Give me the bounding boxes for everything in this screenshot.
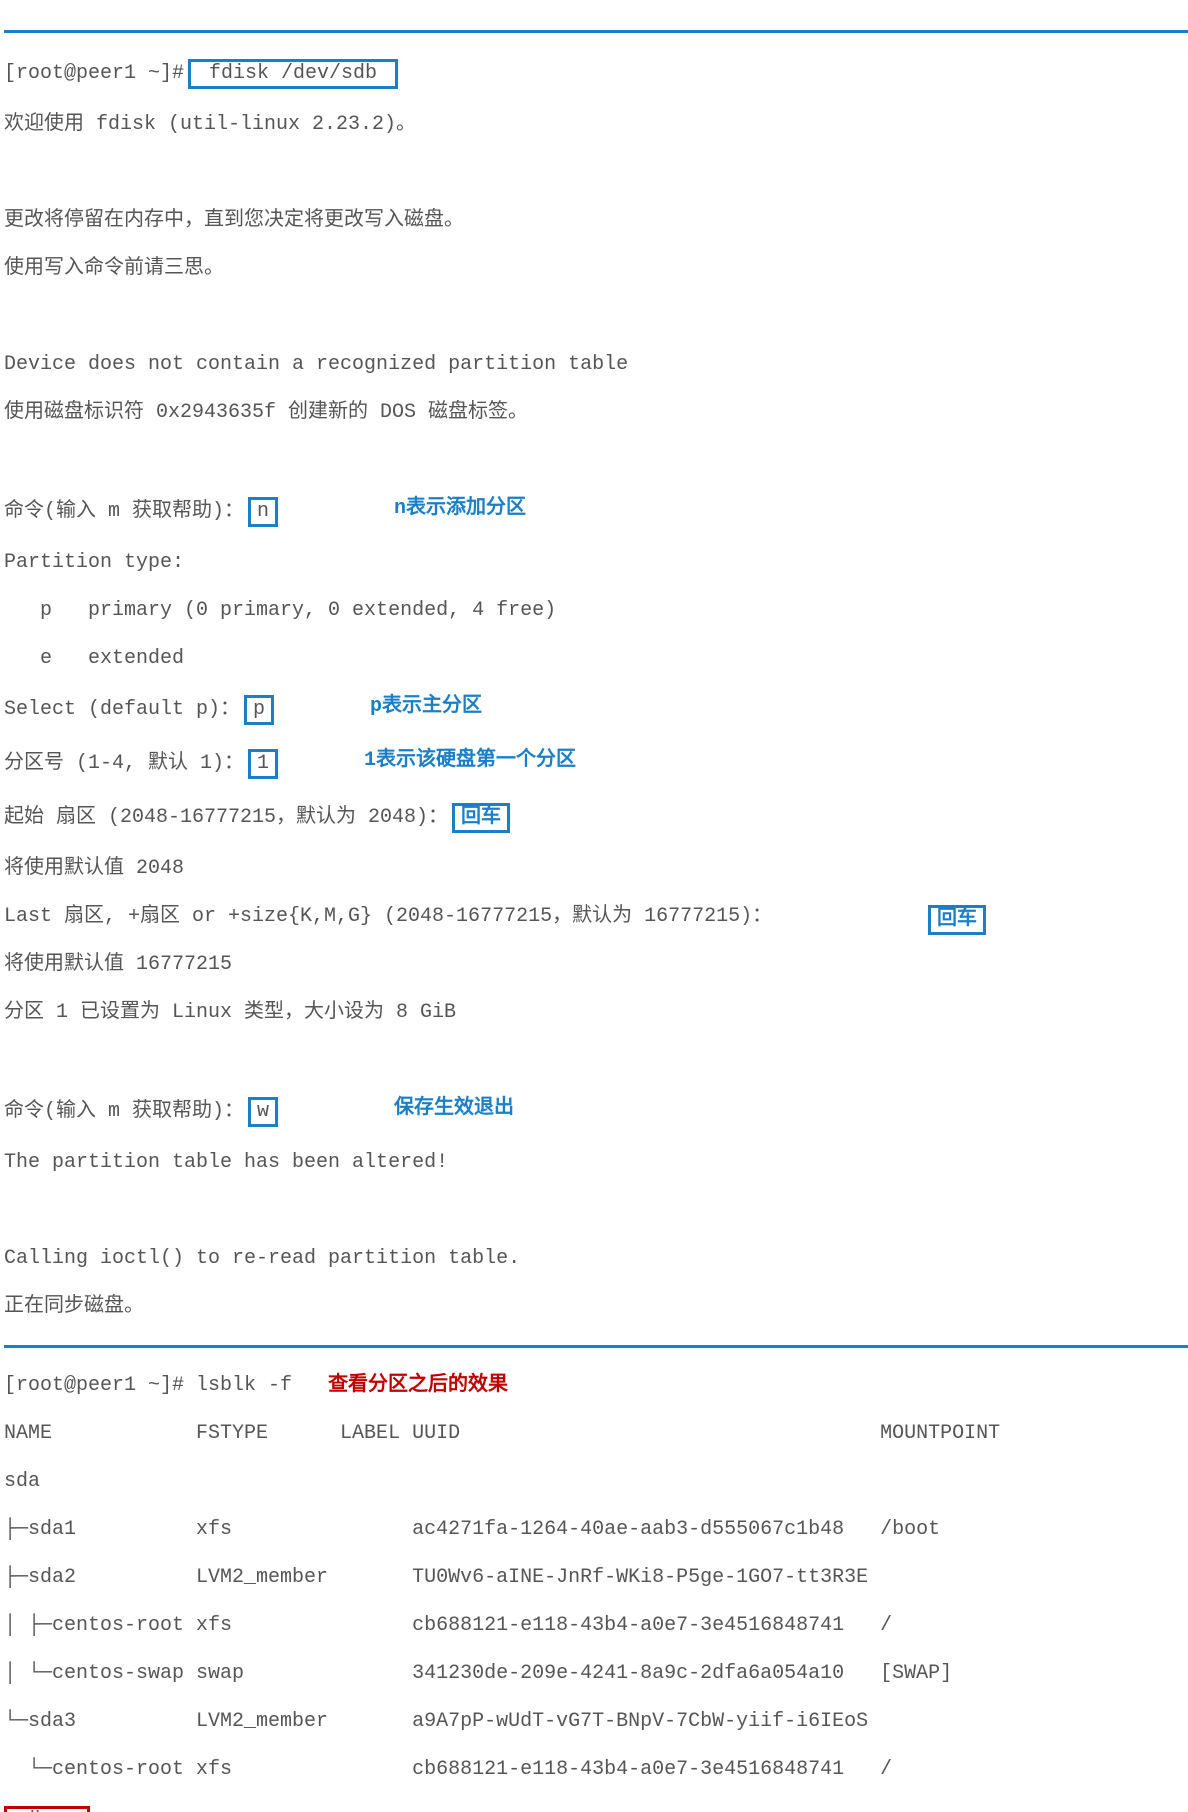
- note-lsblk: 查看分区之后的效果: [328, 1374, 508, 1397]
- line-warn2: 使用写入命令前请三思。: [4, 257, 1188, 281]
- note-w: 保存生效退出: [394, 1097, 514, 1121]
- lsblk-sda3: └─sda3 LVM2_member a9A7pP-wUdT-vG7T-BNpV…: [4, 1710, 1188, 1734]
- prompt-n: 命令(输入 m 获取帮助)：: [4, 500, 244, 523]
- cmd-lsblk: lsblk -f: [184, 1374, 328, 1397]
- line-sync: 正在同步磁盘。: [4, 1295, 1188, 1319]
- line-nopart: Device does not contain a recognized par…: [4, 353, 1188, 377]
- line-start: 起始 扇区 (2048-16777215，默认为 2048)：回车: [4, 803, 1188, 833]
- line-ioctl: Calling ioctl() to re-read partition tab…: [4, 1247, 1188, 1271]
- box-1: 1: [248, 749, 278, 779]
- prompt-1: 分区号 (1-4, 默认 1)：: [4, 752, 244, 775]
- prompt-w: 命令(输入 m 获取帮助)：: [4, 1100, 244, 1123]
- line-set: 分区 1 已设置为 Linux 类型，大小设为 8 GiB: [4, 1001, 1188, 1025]
- line-select-p: Select (default p)：p p表示主分区: [4, 695, 1188, 725]
- lsblk-sda: sda: [4, 1470, 1188, 1494]
- box-w: w: [248, 1097, 278, 1127]
- terminal-output: [root@peer1 ~]# fdisk /dev/sdb 欢迎使用 fdis…: [0, 0, 1188, 1812]
- line-cmd-fdisk: [root@peer1 ~]# fdisk /dev/sdb: [4, 59, 1188, 89]
- line-cmd-n: 命令(输入 m 获取帮助)：n n表示添加分区: [4, 497, 1188, 527]
- line-extended: e extended: [4, 647, 1188, 671]
- line-default2: 将使用默认值 16777215: [4, 953, 1188, 977]
- note-1: 1表示该硬盘第一个分区: [364, 749, 576, 773]
- cmd-fdisk-box: fdisk /dev/sdb: [188, 59, 398, 89]
- box-enter1: 回车: [452, 803, 510, 833]
- line-primary: p primary (0 primary, 0 extended, 4 free…: [4, 599, 1188, 623]
- note-p: p表示主分区: [370, 695, 482, 719]
- box-enter2: 回车: [928, 905, 986, 935]
- prompt2: [root@peer1 ~]#: [4, 1374, 184, 1397]
- box-p: p: [244, 695, 274, 725]
- line-altered: The partition table has been altered!: [4, 1151, 1188, 1175]
- prompt: [root@peer1 ~]#: [4, 62, 184, 85]
- line-default1: 将使用默认值 2048: [4, 857, 1188, 881]
- line-parttype: Partition type:: [4, 551, 1188, 575]
- line-warn1: 更改将停留在内存中，直到您决定将更改写入磁盘。: [4, 209, 1188, 233]
- prompt-start: 起始 扇区 (2048-16777215，默认为 2048)：: [4, 806, 448, 829]
- lsblk-sdb: sdb: [11, 1809, 47, 1812]
- line-cmd-lsblk: [root@peer1 ~]# lsblk -f 查看分区之后的效果: [4, 1374, 1188, 1398]
- divider-mid: [4, 1345, 1188, 1348]
- line-doslabel: 使用磁盘标识符 0x2943635f 创建新的 DOS 磁盘标签。: [4, 401, 1188, 425]
- line-welcome: 欢迎使用 fdisk (util-linux 2.23.2)。: [4, 113, 1188, 137]
- prompt-p: Select (default p)：: [4, 698, 240, 721]
- lsblk-centos-root: │ ├─centos-root xfs cb688121-e118-43b4-a…: [4, 1614, 1188, 1638]
- box-n: n: [248, 497, 278, 527]
- lsblk-sdb-group: sdb └─sdb1我们看到sdb硬盘创建了新的分区sdb1: [4, 1806, 1188, 1812]
- lsblk-header: NAME FSTYPE LABEL UUID MOUNTPOINT: [4, 1422, 1188, 1446]
- divider-top: [4, 30, 1188, 33]
- line-partnum: 分区号 (1-4, 默认 1)：1 1表示该硬盘第一个分区: [4, 749, 1188, 779]
- box-sdb: sdb └─sdb1: [4, 1806, 90, 1812]
- line-last: Last 扇区, +扇区 or +size{K,M,G} (2048-16777…: [4, 905, 1188, 929]
- lsblk-sda1: ├─sda1 xfs ac4271fa-1264-40ae-aab3-d5550…: [4, 1518, 1188, 1542]
- lsblk-centos-root2: └─centos-root xfs cb688121-e118-43b4-a0e…: [4, 1758, 1188, 1782]
- lsblk-centos-swap: │ └─centos-swap swap 341230de-209e-4241-…: [4, 1662, 1188, 1686]
- prompt-last: Last 扇区, +扇区 or +size{K,M,G} (2048-16777…: [4, 905, 772, 928]
- note-n: n表示添加分区: [394, 497, 526, 521]
- line-cmd-w: 命令(输入 m 获取帮助)：w 保存生效退出: [4, 1097, 1188, 1127]
- lsblk-sda2: ├─sda2 LVM2_member TU0Wv6-aINE-JnRf-WKi8…: [4, 1566, 1188, 1590]
